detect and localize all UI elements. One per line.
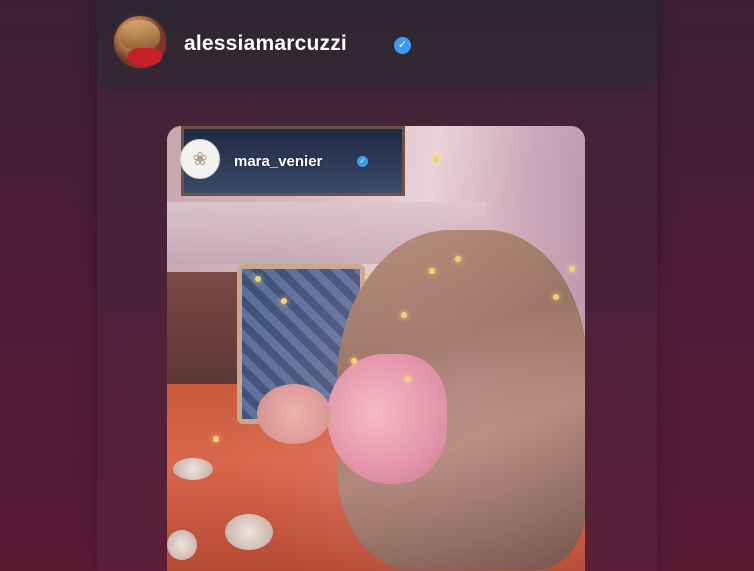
embedded-profile-avatar[interactable]: ❀	[180, 139, 220, 179]
avatar-photo-hair	[120, 20, 160, 50]
avatar-photo-coat	[128, 48, 162, 66]
story-photo-glow	[167, 126, 585, 571]
verified-badge-icon: ✓	[394, 37, 411, 54]
embedded-profile-username[interactable]: mara_venier	[234, 153, 322, 170]
profile-username[interactable]: alessiamarcuzzi	[184, 32, 347, 56]
verified-badge-icon: ✓	[357, 156, 368, 167]
reposted-story-card[interactable]	[167, 126, 585, 571]
story-viewer: alessiamarcuzzi ✓ ❀ mara_venier ✓	[0, 0, 754, 571]
profile-avatar[interactable]	[112, 14, 168, 70]
story-header	[97, 0, 657, 92]
